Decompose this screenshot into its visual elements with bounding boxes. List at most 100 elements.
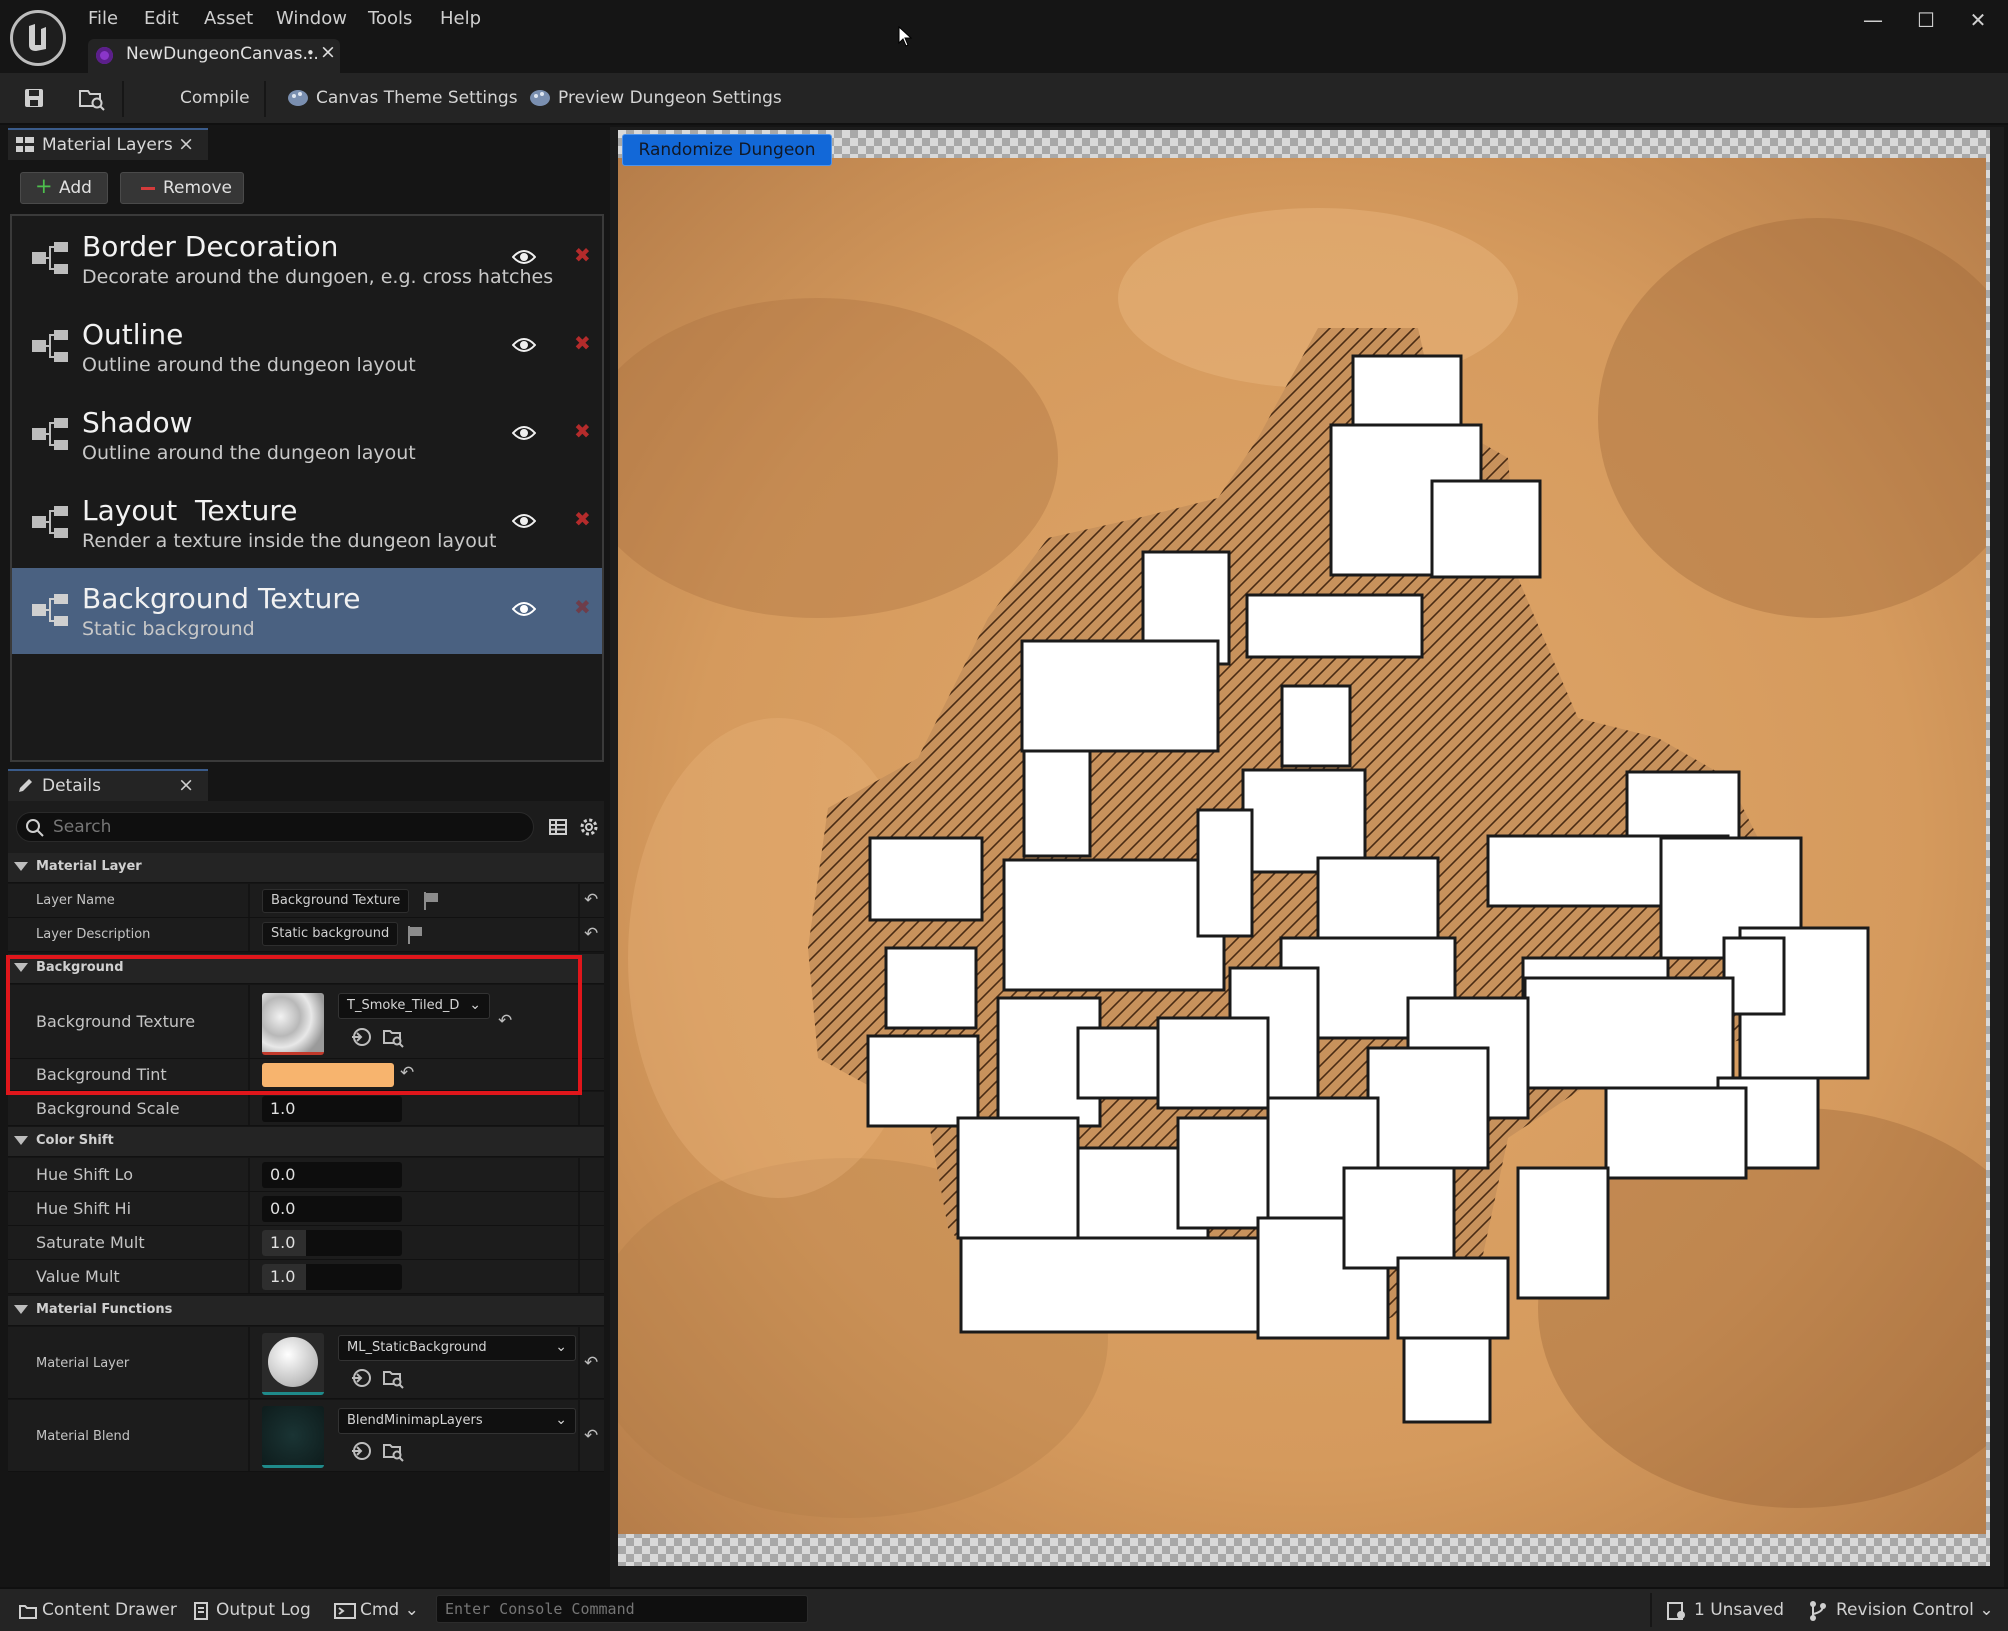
- flag-icon[interactable]: [406, 925, 424, 945]
- details-tab-label: Details: [42, 776, 101, 796]
- saturate-mult-label: Saturate Mult: [36, 1233, 145, 1252]
- layer-title: Shadow: [82, 406, 193, 439]
- saturate-mult-input[interactable]: 1.0: [262, 1230, 402, 1256]
- close-window-button[interactable]: ✕: [1958, 5, 1998, 35]
- layer-node-icon: [32, 242, 68, 274]
- compile-button[interactable]: Compile: [180, 88, 250, 108]
- revision-control-button[interactable]: Revision Control ⌄: [1836, 1600, 1994, 1620]
- canvas-theme-settings-button[interactable]: Canvas Theme Settings: [316, 88, 518, 108]
- plus-icon: +: [35, 174, 53, 198]
- material-blend-thumbnail[interactable]: [262, 1406, 324, 1468]
- use-selected-asset-icon[interactable]: [350, 1367, 372, 1389]
- value-mult-input[interactable]: 1.0: [262, 1264, 402, 1290]
- layer-node-icon: [32, 330, 68, 362]
- minimize-button[interactable]: —: [1853, 5, 1893, 35]
- menu-edit[interactable]: Edit: [144, 8, 179, 29]
- randomize-dungeon-button[interactable]: Randomize Dungeon: [622, 134, 832, 166]
- menu-window[interactable]: Window: [276, 8, 347, 29]
- material-layers-tab[interactable]: Material Layers ×: [8, 128, 208, 160]
- collapse-arrow-icon: [14, 1136, 28, 1145]
- delete-layer-icon[interactable]: ✖: [574, 331, 591, 355]
- visibility-eye-icon[interactable]: [512, 512, 536, 530]
- background-scale-label: Background Scale: [36, 1099, 180, 1118]
- preview-dungeon-settings-button[interactable]: Preview Dungeon Settings: [558, 88, 782, 108]
- material-blend-dropdown[interactable]: BlendMinimapLayers ⌄: [338, 1408, 576, 1434]
- use-selected-asset-icon[interactable]: [350, 1440, 372, 1462]
- console-command-input[interactable]: [436, 1595, 808, 1623]
- value-mult-row: Value Mult 1.0: [8, 1260, 604, 1294]
- material-layer-dropdown[interactable]: ML_StaticBackground ⌄: [338, 1335, 576, 1361]
- details-close-icon[interactable]: ×: [178, 774, 194, 796]
- delete-layer-icon[interactable]: ✖: [574, 419, 591, 443]
- reset-to-default-icon[interactable]: ↶: [584, 924, 598, 944]
- unreal-logo-icon[interactable]: [10, 10, 66, 66]
- canvas-theme-icon: [288, 90, 308, 106]
- section-material-layer[interactable]: Material Layer: [8, 853, 604, 883]
- hue-shift-lo-label: Hue Shift Lo: [36, 1165, 133, 1184]
- maximize-button[interactable]: ☐: [1906, 5, 1946, 35]
- remove-layer-button[interactable]: Remove: [120, 172, 244, 204]
- background-scale-row: Background Scale 1.0: [8, 1092, 604, 1126]
- section-color-shift[interactable]: Color Shift: [8, 1127, 604, 1157]
- background-scale-input[interactable]: 1.0: [262, 1096, 402, 1122]
- hue-shift-hi-value: 0.0: [270, 1199, 296, 1218]
- search-field[interactable]: [53, 817, 523, 837]
- toolbar-separator: [264, 81, 266, 117]
- chevron-down-icon: ⌄: [555, 1412, 567, 1428]
- menu-file[interactable]: File: [88, 8, 118, 29]
- hue-shift-hi-input[interactable]: 0.0: [262, 1196, 402, 1222]
- browse-to-asset-icon[interactable]: [382, 1440, 404, 1462]
- visibility-eye-icon[interactable]: [512, 248, 536, 266]
- output-log-button[interactable]: Output Log: [216, 1600, 311, 1620]
- settings-gear-icon[interactable]: [578, 816, 600, 838]
- layer-row-layout-texture[interactable]: Layout Texture Render a texture inside t…: [12, 480, 602, 566]
- table-view-icon[interactable]: [548, 817, 568, 837]
- material-blend-value: BlendMinimapLayers: [347, 1413, 483, 1428]
- layer-title: Background Texture: [82, 582, 361, 615]
- menu-asset[interactable]: Asset: [204, 8, 253, 29]
- saturate-mult-row: Saturate Mult 1.0: [8, 1226, 604, 1260]
- visibility-eye-icon[interactable]: [512, 336, 536, 354]
- layer-description: Render a texture inside the dungeon layo…: [82, 530, 497, 552]
- section-material-functions[interactable]: Material Functions: [8, 1296, 604, 1326]
- details-search-input[interactable]: [16, 812, 534, 842]
- reset-to-default-icon[interactable]: ↶: [584, 1353, 598, 1373]
- minus-icon: [141, 187, 155, 190]
- menu-help[interactable]: Help: [440, 8, 481, 29]
- preview-dungeon-icon: [530, 90, 550, 106]
- console-field[interactable]: [437, 1596, 807, 1622]
- delete-layer-icon[interactable]: ✖: [574, 507, 591, 531]
- revision-control-icon: [1810, 1601, 1826, 1621]
- browse-icon[interactable]: [78, 86, 106, 112]
- layer-row-outline[interactable]: Outline Outline around the dungeon layou…: [12, 304, 602, 390]
- layer-row-background-texture[interactable]: Background Texture Static background ✖: [12, 568, 602, 654]
- browse-to-asset-icon[interactable]: [382, 1367, 404, 1389]
- material-layer-thumbnail[interactable]: [262, 1333, 324, 1395]
- layer-description-input[interactable]: Static background: [262, 922, 399, 946]
- reset-to-default-icon[interactable]: ↶: [584, 1426, 598, 1446]
- add-layer-button[interactable]: + Add: [20, 172, 108, 204]
- material-layers-close-icon[interactable]: ×: [178, 133, 194, 155]
- reset-to-default-icon[interactable]: ↶: [584, 890, 598, 910]
- delete-layer-icon[interactable]: ✖: [574, 595, 591, 619]
- delete-layer-icon[interactable]: ✖: [574, 243, 591, 267]
- status-bar: Content Drawer Output Log Cmd ⌄ 1 Unsave…: [0, 1587, 2008, 1631]
- flag-icon[interactable]: [422, 891, 440, 911]
- layer-row-shadow[interactable]: Shadow Outline around the dungeon layout…: [12, 392, 602, 478]
- document-tab-close-icon[interactable]: ×: [320, 41, 336, 63]
- menu-tools[interactable]: Tools: [368, 8, 412, 29]
- hue-shift-lo-input[interactable]: 0.0: [262, 1162, 402, 1188]
- layer-row-border-decoration[interactable]: Border Decoration Decorate around the du…: [12, 216, 602, 302]
- unsaved-button[interactable]: 1 Unsaved: [1694, 1600, 1784, 1620]
- dungeon-canvas-preview[interactable]: [618, 158, 1986, 1534]
- document-tab[interactable]: NewDungeonCanvas... • ×: [88, 39, 340, 73]
- visibility-eye-icon[interactable]: [512, 600, 536, 618]
- cmd-dropdown[interactable]: Cmd ⌄: [360, 1600, 419, 1620]
- layer-name-input[interactable]: Background Texture: [262, 889, 410, 913]
- visibility-eye-icon[interactable]: [512, 424, 536, 442]
- details-tab[interactable]: Details ×: [8, 769, 208, 801]
- layer-description: Static background: [82, 618, 255, 640]
- layer-name-row: Layer Name Background Texture ↶: [8, 884, 604, 918]
- save-icon[interactable]: [22, 86, 50, 112]
- content-drawer-button[interactable]: Content Drawer: [42, 1600, 177, 1620]
